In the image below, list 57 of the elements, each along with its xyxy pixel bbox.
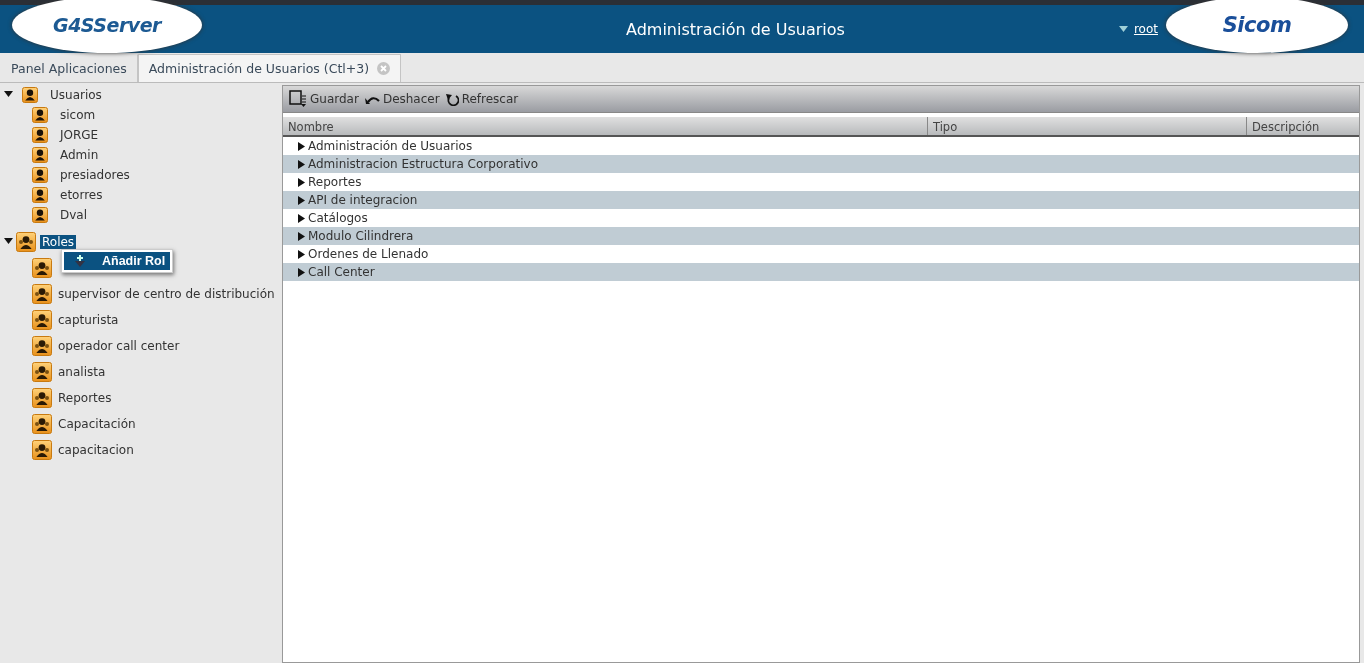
tree-item[interactable]: JORGE bbox=[58, 128, 101, 142]
table-cell: Modulo Cilindrera bbox=[308, 229, 414, 243]
group-icon bbox=[16, 232, 36, 252]
group-icon bbox=[32, 310, 52, 330]
save-icon bbox=[289, 90, 307, 108]
tree-item[interactable]: Usuarios bbox=[48, 88, 104, 102]
column-header[interactable]: Descripción bbox=[1247, 117, 1359, 135]
table-cell: Administración de Usuarios bbox=[308, 139, 473, 153]
logo: Sicom bbox=[1222, 13, 1292, 37]
expand-icon[interactable] bbox=[4, 90, 13, 100]
caret-icon[interactable] bbox=[1118, 26, 1128, 32]
tree-item[interactable]: Reportes bbox=[56, 391, 114, 405]
group-icon bbox=[32, 284, 52, 304]
menu-item[interactable]: Añadir Rol bbox=[64, 252, 170, 270]
page-title: Administración de Usuarios bbox=[625, 19, 846, 39]
user-link[interactable]: root bbox=[1133, 22, 1158, 36]
group-icon bbox=[32, 414, 52, 434]
refresh-icon bbox=[445, 92, 459, 106]
user-icon bbox=[32, 147, 48, 163]
tree-item[interactable]: capturista bbox=[56, 313, 121, 327]
user-icon bbox=[32, 127, 48, 143]
tree-item[interactable]: Admin bbox=[58, 148, 101, 162]
group-icon bbox=[32, 362, 52, 382]
user-icon bbox=[32, 107, 48, 123]
group-icon bbox=[32, 440, 52, 460]
group-icon bbox=[32, 258, 52, 278]
table-cell: Catálogos bbox=[308, 211, 368, 225]
user-icon bbox=[22, 87, 38, 103]
tree-item[interactable]: sicom bbox=[58, 108, 98, 122]
table-cell: Reportes bbox=[308, 175, 362, 189]
tree-item[interactable]: operador call center bbox=[56, 339, 182, 353]
tree-item[interactable]: supervisor de centro de distribución bbox=[56, 287, 277, 301]
tree-item[interactable]: etorres bbox=[58, 188, 105, 202]
user-icon bbox=[32, 187, 48, 203]
tree-item[interactable]: analista bbox=[56, 365, 108, 379]
user-icon bbox=[32, 207, 48, 223]
tree-item[interactable]: Roles bbox=[40, 235, 77, 249]
tab[interactable]: Administración de Usuarios (Ctl+3) bbox=[137, 54, 402, 82]
user-icon bbox=[32, 167, 48, 183]
tree-item[interactable]: capacitacion bbox=[56, 443, 136, 457]
toolbar-button[interactable]: Deshacer bbox=[364, 92, 440, 106]
table-cell: Call Center bbox=[308, 265, 375, 279]
group-icon bbox=[32, 336, 52, 356]
column-header[interactable]: Tipo bbox=[928, 117, 1247, 135]
column-header[interactable]: Nombre bbox=[283, 117, 928, 135]
table-cell: Administracion Estructura Corporativo bbox=[308, 157, 538, 171]
tree-item[interactable]: Capacitación bbox=[56, 417, 138, 431]
expand-icon[interactable] bbox=[4, 237, 13, 247]
table-cell: Ordenes de Llenado bbox=[308, 247, 429, 261]
toolbar-button[interactable]: Refrescar bbox=[445, 92, 519, 106]
group-icon bbox=[32, 388, 52, 408]
add-icon bbox=[74, 255, 86, 267]
tree-item[interactable]: presiadores bbox=[58, 168, 132, 182]
tree-item[interactable]: Dval bbox=[58, 208, 90, 222]
toolbar-button[interactable]: Guardar bbox=[289, 90, 359, 108]
logo: G4SServer bbox=[53, 14, 161, 36]
table-cell: API de integracion bbox=[308, 193, 418, 207]
